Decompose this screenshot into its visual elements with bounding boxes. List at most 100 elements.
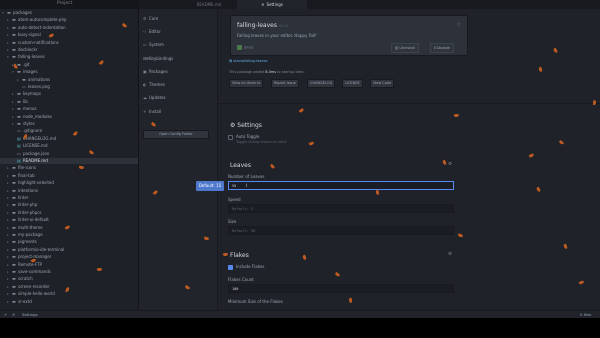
tree-item[interactable]: ▸ ▬ pigments	[0, 239, 37, 245]
tab-settings[interactable]: ✕ Settings	[237, 0, 307, 9]
nav-keybindings-label: Keybindings	[149, 56, 174, 61]
tree-item[interactable]: ▸ ▬ final-tab	[0, 173, 35, 179]
flakes-settings-icon[interactable]: ⚙	[448, 252, 452, 257]
nav-packages-label: Packages	[149, 69, 168, 74]
settings-main-panel[interactable]: falling-leaves 0.0.0 ☆ Falling leaves in…	[218, 9, 600, 310]
tree-item[interactable]: ▸ ▬ busy-signal	[0, 32, 41, 38]
tree-item-label: linter-phpcs	[18, 209, 42, 215]
disable-button[interactable]: Ⅱ Disable	[430, 43, 454, 53]
tree-item[interactable]: ▸ ▬ project-manager	[0, 254, 51, 260]
tree-item-label: images	[23, 69, 38, 75]
package-name-text: falling-leaves	[237, 22, 277, 29]
nav-updates[interactable]: ☁ Updates	[143, 93, 213, 102]
flakes-count-input[interactable]: 100	[228, 284, 454, 293]
include-flakes-checkbox[interactable]	[228, 265, 233, 270]
tree-item[interactable]: ▸ ▬ multi-theme	[0, 225, 43, 231]
leaf-icon	[78, 165, 85, 170]
report-issue-button[interactable]: Report Issue	[271, 79, 299, 88]
tree-item[interactable]: ▸ ▬ linter-php	[0, 202, 37, 208]
size-input[interactable]: Default: 90	[228, 226, 454, 235]
speed-input[interactable]: Default: 5	[228, 204, 454, 213]
tree-item[interactable]: ▸ ▬ node_modules	[0, 114, 52, 120]
tree-item[interactable]: ▤ LICENSE.md	[0, 143, 48, 149]
package-name: falling-leaves 0.0.0	[237, 22, 288, 29]
tree-item[interactable]: ▸ ▬ custom-notifications	[0, 40, 59, 46]
tree-item[interactable]: ▾ ▬ packages	[0, 10, 32, 16]
nav-editor-label: Editor	[149, 29, 161, 34]
number-of-leaves-input[interactable]: 55	[228, 181, 454, 190]
tree-item[interactable]: ▭ .gitignore	[0, 128, 42, 134]
tree-view[interactable]: ▾ ▬ packages ▸ ▬ atom-autocomplete-php ▸ ▬ auto-…	[0, 9, 139, 310]
view-on-atomio-button[interactable]: View on Atom.io	[229, 79, 264, 88]
divider	[218, 103, 600, 104]
tree-item-label: highlight-selected	[18, 180, 54, 186]
nav-packages[interactable]: ▣ Packages	[143, 67, 213, 76]
tree-item[interactable]: ▸ ▬ simple-hello-world	[0, 291, 55, 297]
tree-item[interactable]: ▸ ▬ intentions	[0, 188, 38, 194]
changelog-button[interactable]: CHANGELOG	[307, 79, 336, 88]
license-button[interactable]: LICENSE	[342, 79, 363, 88]
tree-item[interactable]: ▸ ▬ screen-recorder	[0, 284, 50, 290]
nav-keybindings[interactable]: ⌨Keybindings	[143, 54, 213, 63]
star-icon[interactable]: ☆	[457, 22, 461, 28]
tree-item[interactable]: ▤ README.md	[0, 158, 138, 165]
number-of-leaves-label: Number of Leaves	[228, 174, 265, 179]
leaves-settings-icon[interactable]: ⚙	[448, 162, 452, 167]
tree-item[interactable]: ▸ ▬ scratch	[0, 276, 33, 282]
tree-item-label: intentions	[18, 187, 38, 193]
tree-item[interactable]: ▸ ▬ atom-autocomplete-php	[0, 17, 67, 23]
tree-item[interactable]: ▾ ▬ falling-leaves	[0, 54, 45, 60]
tree-item[interactable]: ▭ package.json	[0, 151, 49, 157]
view-code-button[interactable]: View Code	[370, 79, 395, 88]
auto-toggle-checkbox[interactable]	[228, 135, 233, 140]
tab-settings-label: Settings	[266, 2, 283, 7]
tab-bar: README.md ✕ Settings	[139, 0, 600, 9]
uninstall-button[interactable]: ▥ Uninstall	[391, 43, 419, 53]
nav-install[interactable]: + Install	[143, 107, 213, 116]
tree-item[interactable]: ▸ ▬ auto-detect-indentation	[0, 25, 66, 31]
tree-item[interactable]: ▸ ▬ file-icons	[0, 165, 36, 171]
tree-item-label: styles	[23, 121, 35, 126]
text-cursor-icon: I	[246, 183, 248, 188]
tree-item-label: platformio-ide-terminal	[18, 246, 65, 252]
open-config-folder-button[interactable]: Open Config Folder	[143, 130, 209, 139]
tree-item[interactable]: ▭ leaves.png	[0, 84, 50, 90]
load-time-value: 8.0ms	[265, 70, 277, 74]
tree-item[interactable]: ▸ ▬ styles	[0, 121, 35, 127]
tree-item-label: scratch	[18, 276, 33, 282]
size-label: Size	[228, 219, 237, 224]
uninstall-label: Uninstall	[399, 46, 415, 50]
tree-item[interactable]: ▸ ▬ platformio-ide-terminal	[0, 247, 64, 253]
window-title: Project	[57, 1, 73, 6]
nav-editor[interactable]: ‹› Editor	[143, 27, 213, 36]
tree-item[interactable]: ▸ ▬ menus	[0, 106, 37, 112]
package-author[interactable]: pinos	[237, 45, 253, 50]
tree-item-label: custom-notifications	[18, 39, 59, 45]
tree-item[interactable]: ▸ ▬ linter-phpcs	[0, 210, 42, 216]
tree-item[interactable]: ▸ ▬ linter	[0, 195, 28, 201]
tree-item[interactable]: ▸ ▬ animations	[0, 77, 50, 83]
tree-item[interactable]: ▸ ▬ lib	[0, 99, 28, 105]
tree-item[interactable]: ▸ ▬ my-package	[0, 232, 43, 238]
repo-link[interactable]: ▤ stevo/falling-leaves	[229, 59, 267, 63]
bottom-bar	[0, 318, 600, 338]
tree-item[interactable]: ▸ ▬ docblockr	[0, 47, 37, 53]
nav-system-label: System	[149, 42, 164, 47]
tree-item[interactable]: ▸ ▬ sr-extd	[0, 299, 32, 305]
tree-item-label: my-package	[18, 232, 43, 237]
tree-item[interactable]: ▸ ▬ highlight-selected	[0, 180, 54, 186]
tree-item[interactable]: ▸ ▬ save-commands	[0, 269, 51, 275]
nav-themes[interactable]: ◐ Themes	[143, 80, 213, 89]
tree-item[interactable]: ▾ ▬ images	[0, 69, 38, 75]
tree-item[interactable]: ▸ ▬ keymaps	[0, 91, 41, 97]
tree-item-label: packages	[13, 10, 32, 15]
tree-item-label: simple-hello-world	[18, 291, 55, 297]
nav-core[interactable]: ⚙ Core	[143, 14, 213, 23]
leaf-icon	[348, 297, 353, 304]
tree-item[interactable]: ▸ ▬ linter-ui-default	[0, 217, 49, 223]
include-flakes-label: Include Flakes	[236, 264, 265, 269]
auto-toggle-description: Toggle falling leaves on start	[236, 140, 287, 144]
tree-item[interactable]: ▤ CHANGELOG.md	[0, 136, 56, 142]
nav-system[interactable]: ▭ System	[143, 40, 213, 49]
tree-item[interactable]: ▸ ▬ Remote-FTP	[0, 262, 42, 268]
